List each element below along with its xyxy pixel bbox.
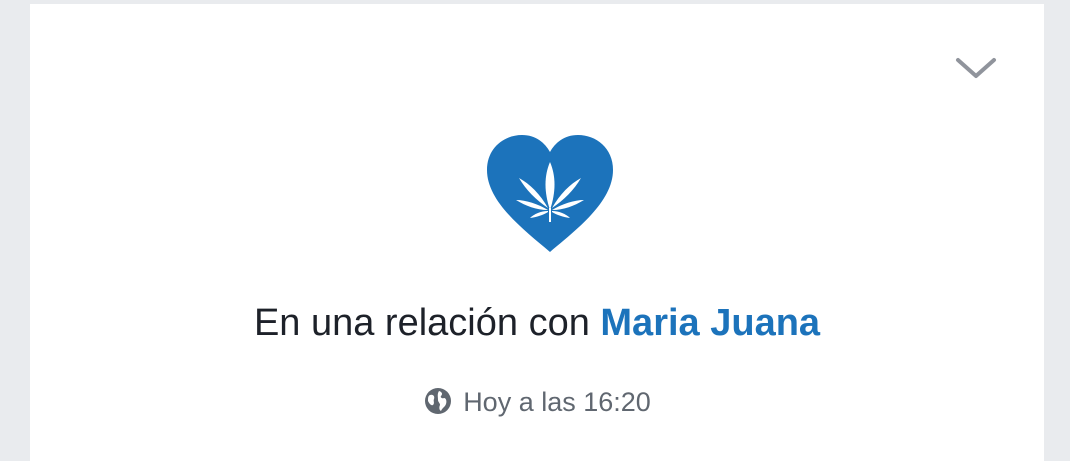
timestamp-text[interactable]: Hoy a las 16:20 — [463, 387, 651, 417]
partner-name-link[interactable]: Maria Juana — [600, 302, 820, 344]
chevron-down-icon[interactable] — [954, 52, 998, 82]
event-prefix-text: En una relación con — [253, 302, 590, 344]
post-meta: Hoy a las 16:20 — [30, 385, 1044, 419]
globe-icon[interactable] — [423, 386, 453, 416]
life-event-card: En una relación con Maria Juana Hoy a la… — [30, 4, 1044, 461]
heart-icon — [484, 132, 616, 256]
life-event-title: En una relación con Maria Juana — [30, 300, 1044, 346]
